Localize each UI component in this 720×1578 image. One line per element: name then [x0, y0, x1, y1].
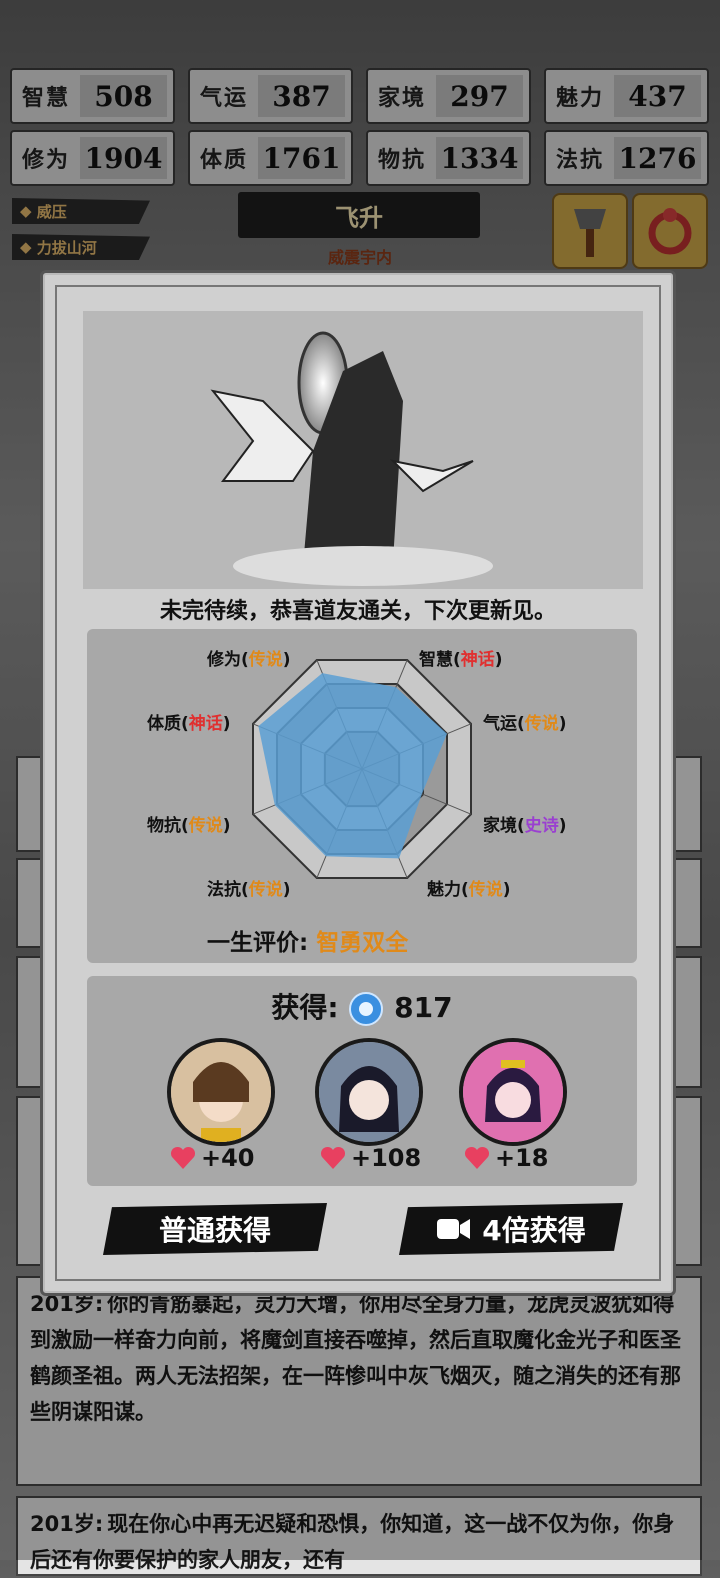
life-evaluation: 一生评价: 智勇双全 — [207, 923, 408, 957]
completion-caption: 未完待续，恭喜道友通关，下次更新见。 — [159, 599, 556, 624]
radar-label-luck: 气运(传说) — [483, 714, 567, 734]
companion-avatar[interactable] — [167, 1038, 275, 1146]
affection-gain: +18 — [463, 1144, 549, 1172]
radar-attr: 法抗 — [207, 880, 241, 900]
evaluation-label: 一生评价: — [207, 930, 309, 956]
radar-attr: 魅力 — [427, 880, 461, 900]
heart-icon — [464, 1146, 490, 1169]
radar-label-charm: 魅力(传说) — [427, 880, 511, 900]
attribute-radar-panel: 修为(传说) 智慧(神话) 气运(传说) 家境(史诗) 魅力(传说) 法抗(传说… — [87, 629, 637, 963]
radar-attr: 智慧 — [419, 650, 453, 670]
radar-chart — [252, 659, 472, 879]
heart-icon — [320, 1146, 346, 1169]
radar-attr: 体质 — [147, 714, 181, 734]
radar-grade: 传说 — [524, 714, 559, 734]
radar-attr: 家境 — [483, 816, 517, 836]
normal-claim-button[interactable]: 普通获得 — [103, 1203, 327, 1255]
radar-grade: 传说 — [188, 816, 223, 836]
affection-value: +18 — [495, 1144, 549, 1172]
radar-attr: 物抗 — [147, 816, 181, 836]
radar-label-cultivation: 修为(传说) — [207, 650, 291, 670]
affection-gain: +108 — [319, 1144, 421, 1172]
ascension-illustration — [83, 311, 643, 589]
radar-grade: 传说 — [248, 880, 283, 900]
companion-portrait — [463, 1042, 563, 1142]
radar-label-wisdom: 智慧(神话) — [419, 650, 503, 670]
spirit-orb-icon — [349, 992, 384, 1026]
affection-value: +108 — [351, 1144, 422, 1172]
gain-label: 获得: — [271, 991, 339, 1024]
affection-value: +40 — [201, 1144, 255, 1172]
affection-gain: +40 — [169, 1144, 255, 1172]
video-icon — [437, 1219, 471, 1239]
companion-avatar[interactable] — [459, 1038, 567, 1146]
radar-grade: 史诗 — [524, 816, 559, 836]
radar-grade: 传说 — [468, 880, 503, 900]
evaluation-value: 智勇双全 — [316, 930, 409, 956]
radar-attr: 气运 — [483, 714, 517, 734]
radar-attr: 修为 — [207, 650, 241, 670]
immortal-figure-image — [210, 331, 493, 586]
radar-grade: 神话 — [188, 714, 223, 734]
ascension-modal: 未完待续，恭喜道友通关，下次更新见。 修为(传说) 智慧(神话) 气运(传说) … — [40, 270, 676, 1296]
companion-avatar[interactable] — [315, 1038, 423, 1146]
quad-claim-button[interactable]: 4倍获得 — [399, 1203, 623, 1255]
companion-portrait — [171, 1042, 271, 1142]
radar-label-family: 家境(史诗) — [483, 816, 567, 836]
heart-icon — [170, 1146, 196, 1169]
radar-label-phys-resist: 物抗(传说) — [147, 816, 231, 836]
companion-portrait — [319, 1042, 419, 1142]
normal-claim-label: 普通获得 — [158, 1214, 271, 1247]
gain-value: 817 — [394, 991, 453, 1024]
radar-label-magic-resist: 法抗(传说) — [207, 880, 291, 900]
radar-grade: 传说 — [248, 650, 283, 670]
reward-panel: 获得: 817 +40 +108 +18 — [87, 976, 637, 1186]
quad-claim-label: 4倍获得 — [482, 1214, 586, 1247]
radar-grade: 神话 — [460, 650, 495, 670]
reward-gain: 获得: 817 — [87, 986, 637, 1027]
radar-label-constitution: 体质(神话) — [147, 714, 231, 734]
